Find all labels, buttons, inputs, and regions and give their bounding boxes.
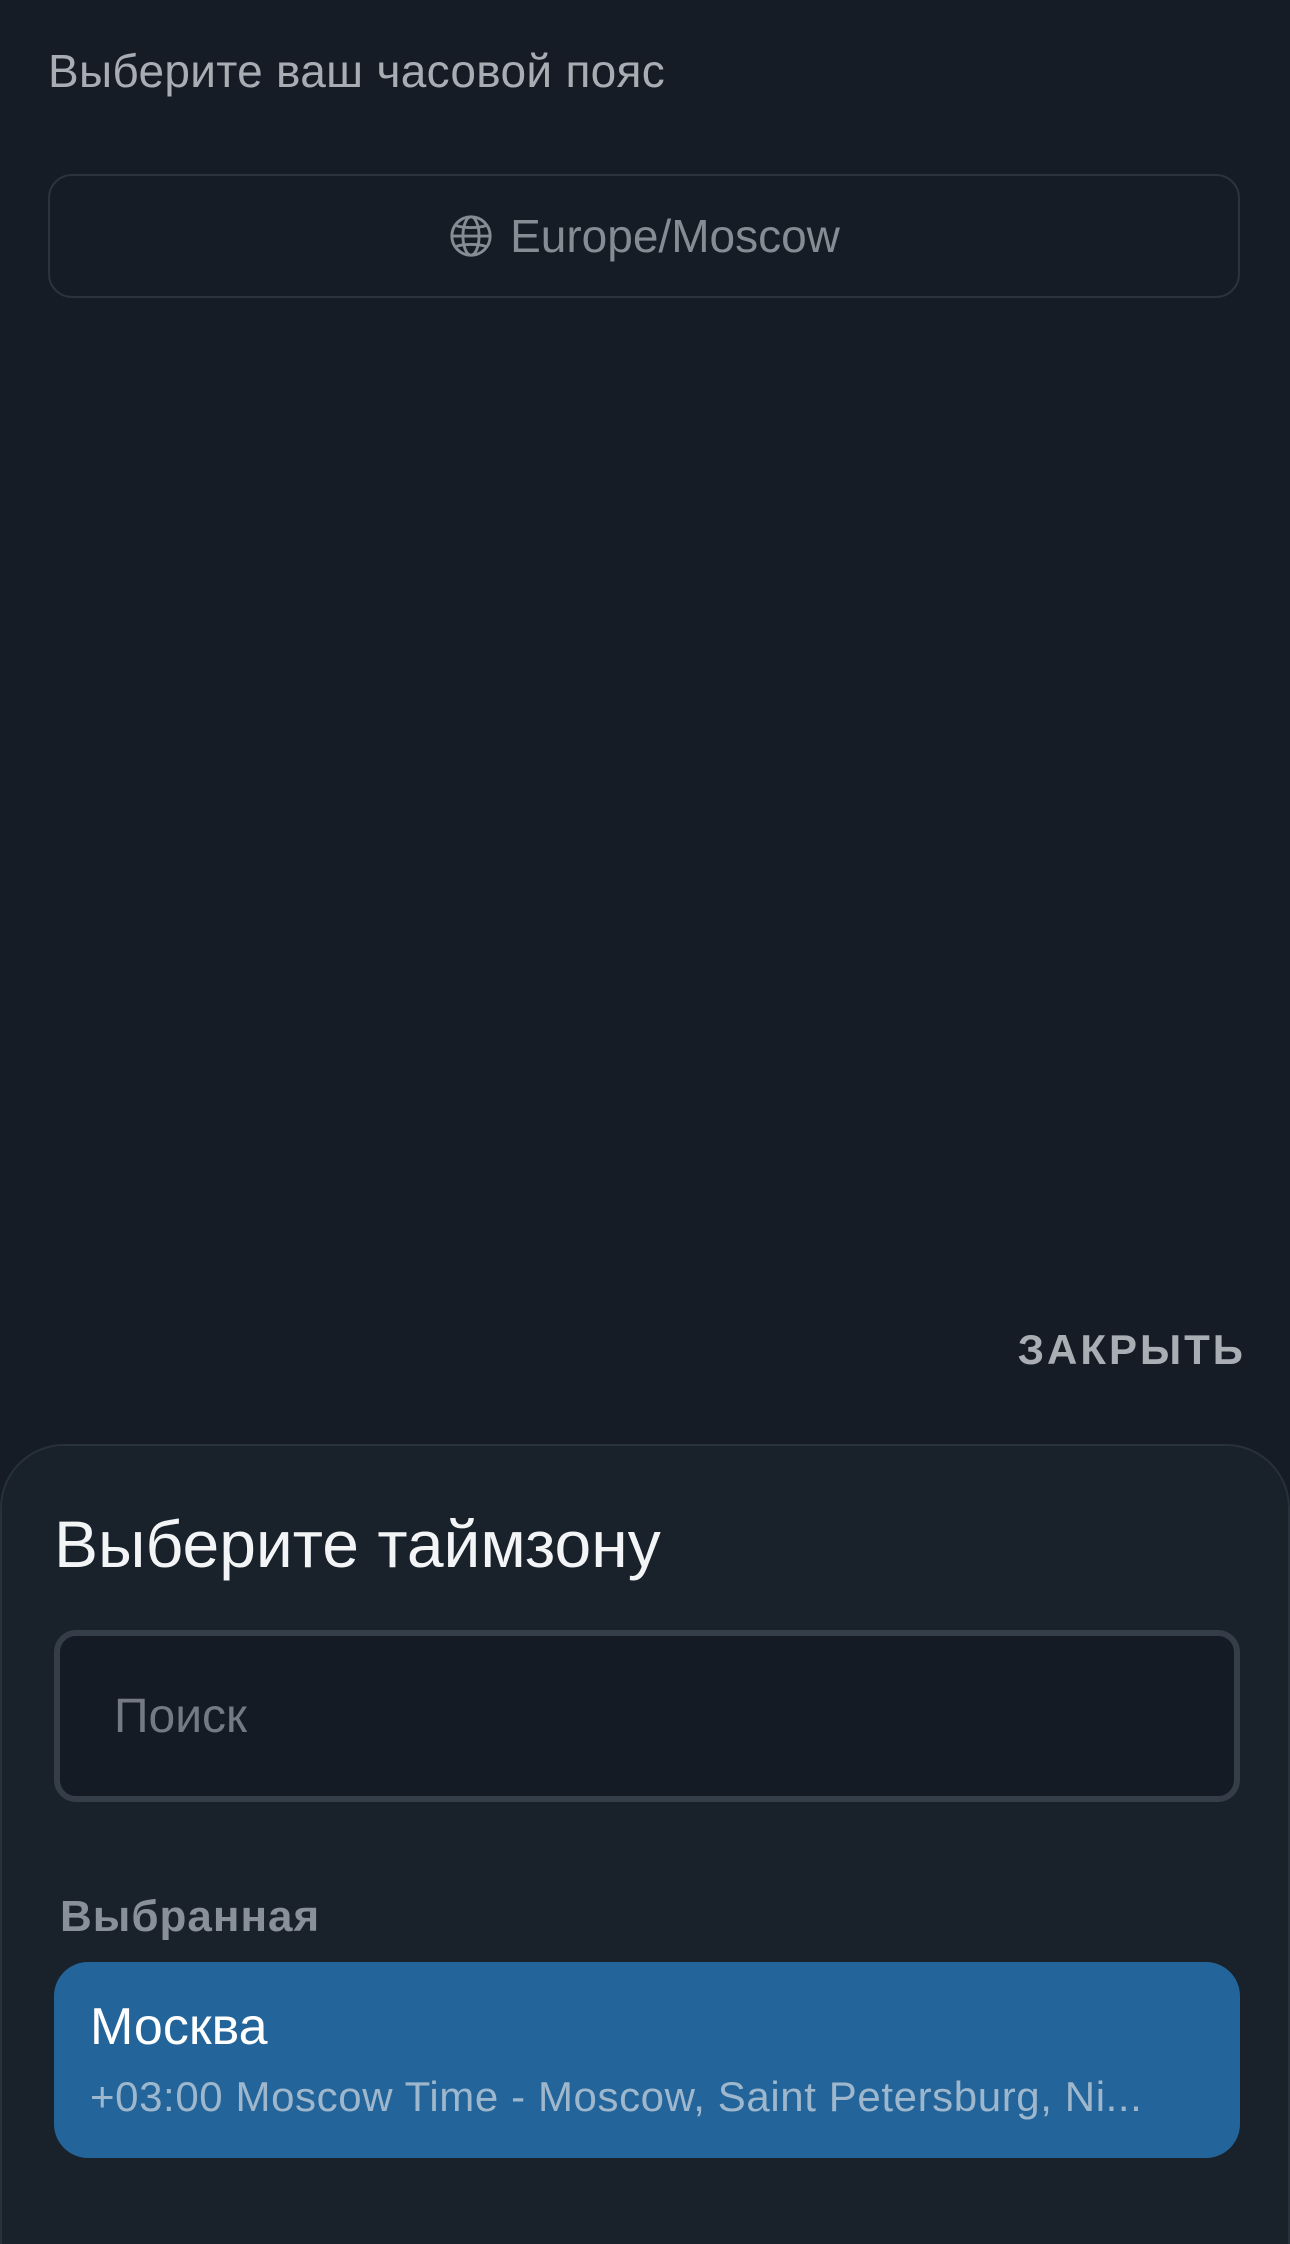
- timezone-item-description: +03:00 Moscow Time - Moscow, Saint Peter…: [90, 2072, 1143, 2120]
- timezone-list-item-selected[interactable]: Москва +03:00 Moscow Time - Moscow, Sain…: [54, 1962, 1240, 2158]
- sheet-title: Выберите таймзону: [54, 1507, 661, 1581]
- selected-section-label: Выбранная: [60, 1892, 321, 1941]
- timezone-picker-sheet: Выберите таймзону Выбранная Москва +03:0…: [0, 1444, 1290, 2244]
- search-field[interactable]: [54, 1630, 1240, 1802]
- timezone-item-name: Москва: [90, 1998, 268, 2056]
- timezone-select-button[interactable]: Europe/Moscow: [48, 174, 1240, 298]
- globe-icon: [448, 213, 494, 259]
- search-input[interactable]: [112, 1687, 1234, 1745]
- page-title: Выберите ваш часовой пояс: [48, 45, 666, 97]
- close-button[interactable]: ЗАКРЫТЬ: [1018, 1326, 1246, 1374]
- timezone-button-label: Europe/Moscow: [510, 210, 840, 262]
